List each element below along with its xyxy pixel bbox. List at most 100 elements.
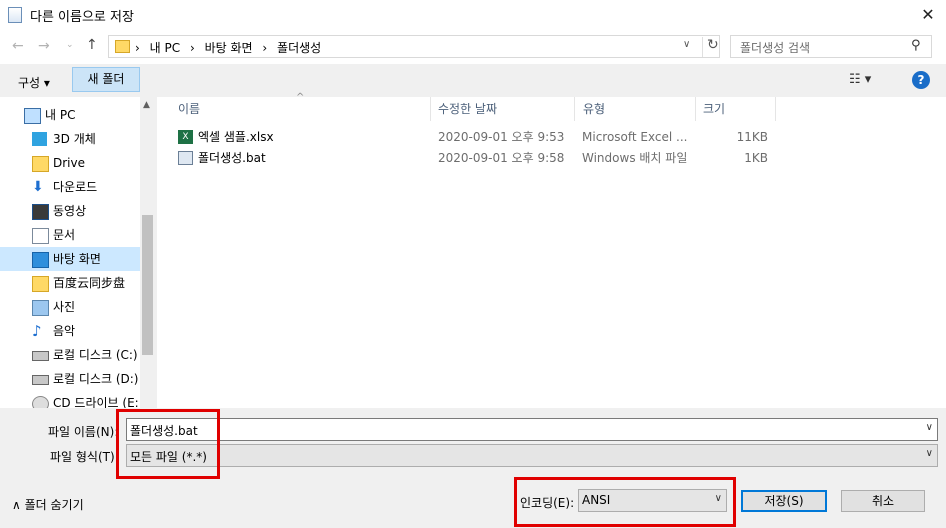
new-folder-button[interactable]: 새 폴더 [72, 67, 140, 92]
column-header-date[interactable]: 수정한 날짜 [438, 97, 497, 121]
highlight-box [514, 477, 736, 527]
organize-button[interactable]: 구성 ▾ [12, 70, 56, 94]
pc-icon [24, 108, 41, 124]
forward-arrow-icon[interactable]: → [38, 38, 50, 54]
column-header-type[interactable]: 유형 [583, 97, 605, 121]
close-icon[interactable]: ✕ [916, 4, 940, 26]
breadcrumb-separator-icon: › [262, 41, 268, 55]
file-type: Microsoft Excel ... [582, 130, 688, 144]
sidebar-item-label: 로컬 디스크 (C:) [53, 348, 138, 362]
column-divider[interactable] [430, 97, 431, 121]
filename-label: 파일 이름(N): [48, 425, 119, 439]
refresh-icon[interactable]: ↻ [702, 37, 719, 57]
sidebar-item-label: Drive [53, 156, 85, 170]
music-icon: ♪ [32, 322, 42, 340]
batch-file-icon [178, 151, 193, 165]
sidebar-item-local-disk-d[interactable]: 로컬 디스크 (D:) [0, 367, 140, 391]
sidebar-scroll-thumb[interactable] [142, 215, 153, 355]
breadcrumb-separator-icon: › [189, 41, 195, 55]
sidebar-item-label: 다운로드 [53, 180, 98, 194]
highlight-box [116, 409, 220, 479]
column-divider[interactable] [574, 97, 575, 121]
document-icon [32, 228, 49, 244]
column-header-size[interactable]: 크기 [703, 97, 725, 121]
scroll-up-icon[interactable]: ▲ [143, 100, 150, 110]
sidebar-item-3d-objects[interactable]: 3D 개체 [0, 127, 140, 151]
breadcrumb-item[interactable]: 폴더생성 [277, 41, 321, 55]
filetype-select[interactable]: 모든 파일 (*.*) ∨ [126, 444, 938, 467]
search-placeholder[interactable]: 폴더생성 검색 [740, 39, 810, 56]
chevron-down-icon[interactable]: ∨ [683, 39, 690, 50]
table-row[interactable]: X 엑셀 샘플.xlsx 2020-09-01 오후 9:53 Microsof… [178, 127, 778, 148]
sidebar-item-videos[interactable]: 동영상 [0, 199, 140, 223]
help-icon[interactable]: ? [912, 71, 930, 89]
search-icon[interactable]: ⚲ [911, 38, 921, 53]
sidebar-item-label: 로컬 디스크 (D:) [53, 372, 139, 386]
filename-input[interactable]: 폴더생성.bat ∨ [126, 418, 938, 441]
title-bar [0, 0, 946, 30]
hide-folders-label: 폴더 숨기기 [24, 498, 84, 512]
search-box[interactable]: 폴더생성 검색 ⚲ [730, 35, 932, 58]
folder-icon [32, 276, 49, 292]
chevron-down-icon[interactable]: ∨ [926, 448, 933, 459]
window-title: 다른 이름으로 저장 [30, 10, 134, 25]
navigation-pane: 내 PC 3D 개체 Drive ⬇ 다운로드 동영상 문서 바탕 화면 百度云… [0, 97, 155, 408]
save-button[interactable]: 저장(S) [741, 490, 827, 512]
sidebar-item-label: 百度云同步盘 [53, 276, 126, 290]
download-icon: ⬇ [32, 179, 44, 195]
file-date: 2020-09-01 오후 9:53 [438, 130, 565, 144]
folder-icon [115, 40, 130, 53]
cancel-button[interactable]: 취소 [841, 490, 925, 512]
sidebar-item-label: 내 PC [45, 108, 76, 122]
chevron-up-icon: ∧ [12, 498, 21, 512]
drive-icon [32, 375, 49, 385]
sidebar-item-music[interactable]: ♪ 음악 [0, 319, 140, 343]
up-arrow-icon[interactable]: ↑ [86, 37, 98, 53]
sidebar-item-drive[interactable]: Drive [0, 151, 140, 175]
column-header-name[interactable]: 이름 [178, 97, 200, 121]
file-type: Windows 배치 파일 [582, 151, 688, 165]
video-icon [32, 204, 49, 220]
sidebar-item-local-disk-c[interactable]: 로컬 디스크 (C:) [0, 343, 140, 367]
file-size: 11KB [736, 130, 768, 144]
file-name: 엑셀 샘플.xlsx [198, 130, 274, 144]
view-options-icon[interactable]: ☷ ▾ [849, 72, 871, 87]
sidebar-item-baidu-sync[interactable]: 百度云同步盘 [0, 271, 140, 295]
notepad-icon [8, 7, 22, 23]
sidebar-item-label: CD 드라이브 (E: [53, 396, 139, 408]
excel-icon: X [178, 130, 193, 144]
sidebar-item-label: 사진 [53, 300, 76, 314]
chevron-down-icon[interactable]: ∨ [926, 422, 933, 433]
breadcrumb-item[interactable]: 내 PC [150, 41, 180, 55]
cd-icon [32, 396, 49, 408]
column-divider[interactable] [775, 97, 776, 121]
file-name: 폴더생성.bat [198, 151, 266, 165]
back-arrow-icon[interactable]: ← [12, 38, 24, 54]
breadcrumb[interactable]: › 내 PC › 바탕 화면 › 폴더생성 [135, 39, 327, 56]
hide-folders-button[interactable]: ∧ 폴더 숨기기 [12, 496, 84, 513]
breadcrumb-separator-icon: › [135, 41, 140, 55]
drive-icon [32, 351, 49, 361]
sidebar-item-my-pc[interactable]: 내 PC [0, 103, 140, 127]
folder-icon [32, 156, 49, 172]
desktop-icon [32, 252, 49, 268]
file-date: 2020-09-01 오후 9:58 [438, 151, 565, 165]
table-row[interactable]: 폴더생성.bat 2020-09-01 오후 9:58 Windows 배치 파… [178, 148, 778, 169]
command-bar [0, 64, 946, 97]
address-bar[interactable]: › 내 PC › 바탕 화면 › 폴더생성 ∨ ↻ [108, 35, 720, 58]
filetype-label: 파일 형식(T): [50, 450, 119, 464]
sidebar-item-documents[interactable]: 문서 [0, 223, 140, 247]
sidebar-item-downloads[interactable]: ⬇ 다운로드 [0, 175, 140, 199]
sidebar-item-desktop[interactable]: 바탕 화면 [0, 247, 140, 271]
sidebar-item-pictures[interactable]: 사진 [0, 295, 140, 319]
sidebar-item-label: 동영상 [53, 204, 87, 218]
picture-icon [32, 300, 49, 316]
column-divider[interactable] [695, 97, 696, 121]
cube-icon [32, 132, 47, 146]
file-size: 1KB [744, 151, 768, 165]
recent-locations-chevron-icon[interactable]: ⌄ [66, 40, 74, 50]
sort-ascending-icon: ^ [296, 92, 305, 103]
sidebar-item-label: 바탕 화면 [53, 252, 101, 266]
breadcrumb-item[interactable]: 바탕 화면 [205, 41, 253, 55]
sidebar-item-cd-drive[interactable]: CD 드라이브 (E: [0, 391, 140, 408]
